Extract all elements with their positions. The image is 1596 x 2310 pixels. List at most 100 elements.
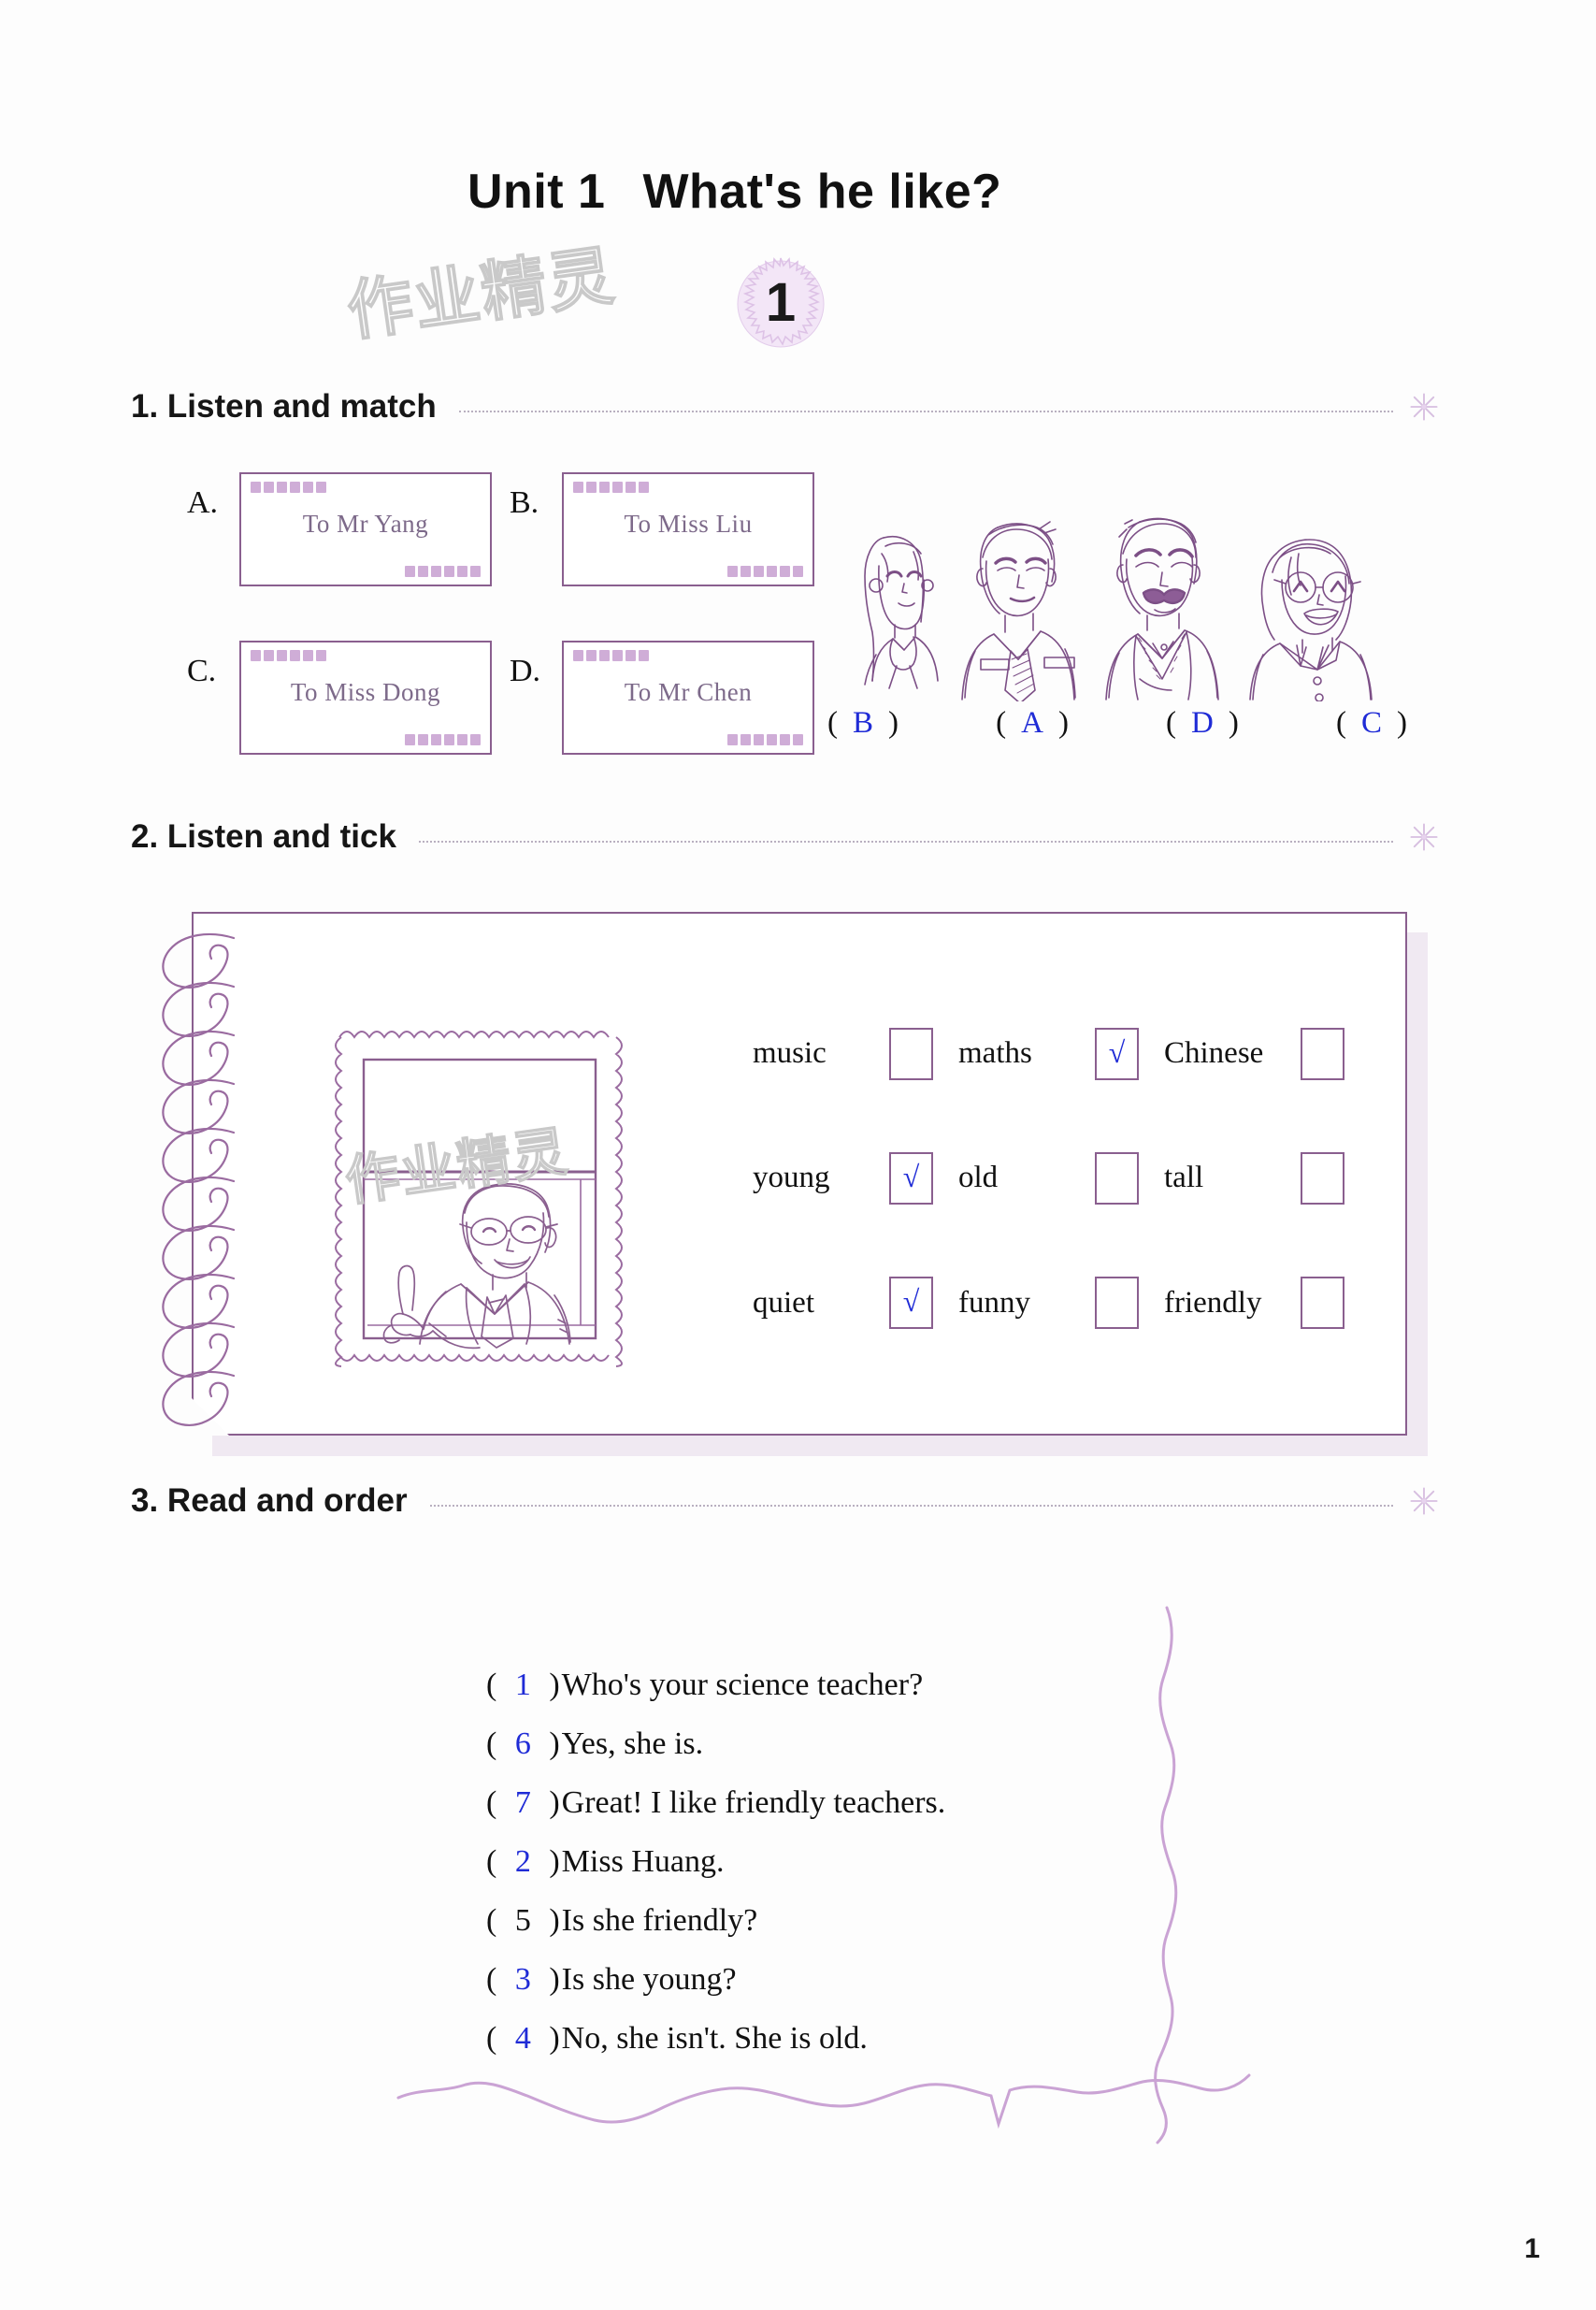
tick-checkbox[interactable] <box>1301 1151 1344 1205</box>
tick-option-friendly: friendly <box>1164 1277 1370 1330</box>
page-number: 1 <box>1524 2233 1540 2264</box>
section-2-label: 2. Listen and tick <box>131 818 396 855</box>
tick-checkbox[interactable] <box>1095 1151 1139 1205</box>
envelope-text: To Mr Chen <box>624 678 753 706</box>
page-title: Unit 1 What's he like? <box>467 164 1001 220</box>
unit-badge: 1 <box>725 248 837 360</box>
tick-label: young <box>753 1161 830 1195</box>
tick-option-quiet: quiet √ <box>753 1277 958 1330</box>
envelope-card[interactable]: To Miss Dong <box>239 641 492 755</box>
four-teachers-illustration <box>827 468 1407 704</box>
sparkle-icon <box>1410 823 1438 851</box>
section-2-dotted-rule <box>418 840 1393 843</box>
paren-open: ( <box>996 706 1007 740</box>
envelope-item-a: A. To Mr Yang <box>187 472 492 586</box>
stamp-decoration-bottom-right <box>727 734 803 745</box>
order-line[interactable]: (3)Is she young? <box>486 1950 1141 2009</box>
watermark-top: 作业精灵 <box>342 237 621 352</box>
section-3-label: 3. Read and order <box>131 1482 408 1519</box>
tick-option-chinese: Chinese <box>1164 1027 1370 1080</box>
stamp-decoration-top-left <box>251 482 326 493</box>
tick-label: funny <box>958 1285 1030 1320</box>
paren-open: ( <box>486 1785 497 1820</box>
read-and-order-list: (1)Who's your science teacher? (6)Yes, s… <box>486 1655 1141 2068</box>
paren-open: ( <box>486 1962 497 1997</box>
tick-label: friendly <box>1164 1285 1262 1320</box>
answer-slot-4[interactable]: (C) <box>1336 706 1407 741</box>
tick-checkbox[interactable]: √ <box>889 1151 933 1205</box>
paren-open: ( <box>1166 706 1177 740</box>
tick-checkbox[interactable] <box>1095 1277 1139 1330</box>
tick-checkbox[interactable]: √ <box>1095 1027 1139 1080</box>
tick-checkbox[interactable] <box>1301 1277 1344 1330</box>
order-sentence: Great! I like friendly teachers. <box>561 1785 946 1820</box>
answer-slot-1[interactable]: (B) <box>827 706 899 741</box>
tick-option-young: young √ <box>753 1151 958 1205</box>
paren-open: ( <box>486 1903 497 1938</box>
paren-open: ( <box>1335 706 1346 740</box>
tick-checkbox[interactable] <box>1301 1027 1344 1080</box>
order-number: 5 <box>514 1903 531 1938</box>
envelope-text: To Miss Liu <box>624 510 753 538</box>
tick-option-old: old <box>958 1151 1164 1205</box>
paren-close: ) <box>1057 706 1069 740</box>
framed-teacher-photo <box>335 1031 623 1367</box>
order-line[interactable]: (1)Who's your science teacher? <box>486 1655 1141 1714</box>
order-line[interactable]: (6)Yes, she is. <box>486 1714 1141 1773</box>
envelope-letter: B. <box>510 485 539 520</box>
section-3-dotted-rule <box>429 1504 1393 1507</box>
tick-option-music: music <box>753 1027 958 1080</box>
tick-option-maths: maths √ <box>958 1027 1164 1080</box>
sparkle-icon <box>1410 393 1438 421</box>
teachers-drawing <box>864 517 1373 704</box>
stamp-decoration-bottom-right <box>405 734 481 745</box>
stamp-decoration-top-left <box>573 482 649 493</box>
title-unit: Unit 1 <box>467 165 606 219</box>
spiral-binding-icon <box>162 932 236 1426</box>
tick-option-tall: tall <box>1164 1151 1370 1205</box>
answer-slot-3[interactable]: (D) <box>1166 706 1239 741</box>
paren-close: ) <box>1397 706 1407 740</box>
order-sentence: Miss Huang. <box>561 1844 725 1879</box>
order-line[interactable]: (2)Miss Huang. <box>486 1832 1141 1891</box>
answer-slot-2[interactable]: ( A) <box>996 706 1069 741</box>
paren-open: ( <box>486 1844 497 1879</box>
tick-checkbox[interactable]: √ <box>889 1277 933 1330</box>
notebook-panel: music maths √ Chinese young √ old tall q… <box>162 912 1435 1456</box>
order-line[interactable]: (4)No, she isn't. She is old. <box>486 2009 1141 2068</box>
check-mark-icon: √ <box>902 1284 920 1319</box>
stamp-decoration-top-left <box>573 650 649 661</box>
tick-label: music <box>753 1036 827 1071</box>
tick-option-funny: funny <box>958 1277 1164 1330</box>
section-1-header: 1. Listen and match <box>131 388 1440 426</box>
envelope-letter: A. <box>187 485 219 520</box>
order-sentence: Is she friendly? <box>561 1903 758 1938</box>
paren-close: ) <box>549 1726 560 1761</box>
order-number: 1 <box>514 1668 531 1702</box>
envelope-card[interactable]: To Mr Chen <box>562 641 814 755</box>
title-question: What's he like? <box>642 165 1002 219</box>
paren-close: ) <box>549 1668 560 1702</box>
order-number: 6 <box>514 1726 531 1761</box>
paren-close: ) <box>549 1785 560 1820</box>
order-sentence: No, she isn't. She is old. <box>561 2021 868 2056</box>
paren-open: ( <box>827 706 838 740</box>
check-mark-icon: √ <box>902 1159 920 1193</box>
paren-close: ) <box>1228 706 1239 740</box>
tick-checkbox[interactable] <box>889 1027 933 1080</box>
tick-label: quiet <box>753 1285 814 1320</box>
order-line[interactable]: (5)Is she friendly? <box>486 1891 1141 1950</box>
order-line[interactable]: (7)Great! I like friendly teachers. <box>486 1773 1141 1832</box>
check-mark-icon: √ <box>1108 1034 1126 1069</box>
stamp-decoration-top-left <box>251 650 326 661</box>
envelope-card[interactable]: To Miss Liu <box>562 472 814 586</box>
envelope-card[interactable]: To Mr Yang <box>239 472 492 586</box>
section-1-dotted-rule <box>458 410 1393 412</box>
section-3-header: 3. Read and order <box>131 1482 1440 1520</box>
answer-value: A <box>1021 706 1043 740</box>
envelope-text: To Mr Yang <box>302 510 429 538</box>
sparkle-icon <box>1410 1487 1438 1515</box>
unit-badge-number: 1 <box>765 272 797 333</box>
section-1-label: 1. Listen and match <box>131 388 437 425</box>
tick-options-grid: music maths √ Chinese young √ old tall q… <box>753 991 1370 1365</box>
